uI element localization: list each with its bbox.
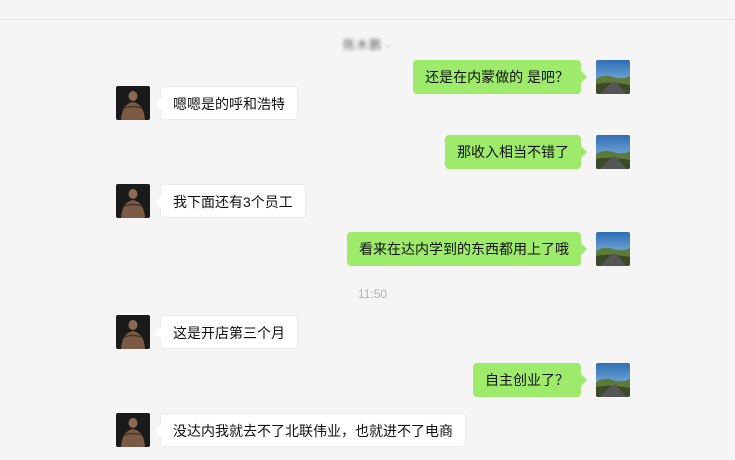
message-bubble-incoming: 嗯嗯是的呼和浩特 [155, 86, 298, 120]
message-bubble-outgoing: 那收入相当不错了 [445, 135, 587, 169]
chat-header[interactable]: 陈木鹏 ⌵ [0, 36, 735, 53]
message-bubble-outgoing: 看来在达内学到的东西都用上了哦 [347, 232, 587, 266]
message-bubble-outgoing: 还是在内蒙做的 是吧？ [413, 60, 587, 94]
bodybuilder-avatar-icon[interactable] [116, 86, 150, 120]
landscape-avatar-icon[interactable] [596, 232, 630, 266]
message-timestamp: 11:50 [357, 287, 388, 301]
contact-name: 陈木鹏 [343, 38, 383, 52]
landscape-avatar-icon[interactable] [596, 363, 630, 397]
bodybuilder-avatar-icon[interactable] [116, 184, 150, 218]
chevron-down-icon[interactable]: ⌵ [385, 40, 392, 51]
message-bubble-outgoing: 自主创业了？ [473, 363, 587, 397]
bodybuilder-avatar-icon[interactable] [116, 413, 150, 447]
landscape-avatar-icon[interactable] [596, 60, 630, 94]
landscape-avatar-icon[interactable] [596, 135, 630, 169]
window-top-bar [0, 0, 735, 20]
message-bubble-incoming: 我下面还有3个员工 [155, 184, 306, 218]
message-bubble-incoming: 没达内我就去不了北联伟业，也就进不了电商 [155, 413, 466, 447]
bodybuilder-avatar-icon[interactable] [116, 315, 150, 349]
message-bubble-incoming: 这是开店第三个月 [155, 315, 298, 349]
